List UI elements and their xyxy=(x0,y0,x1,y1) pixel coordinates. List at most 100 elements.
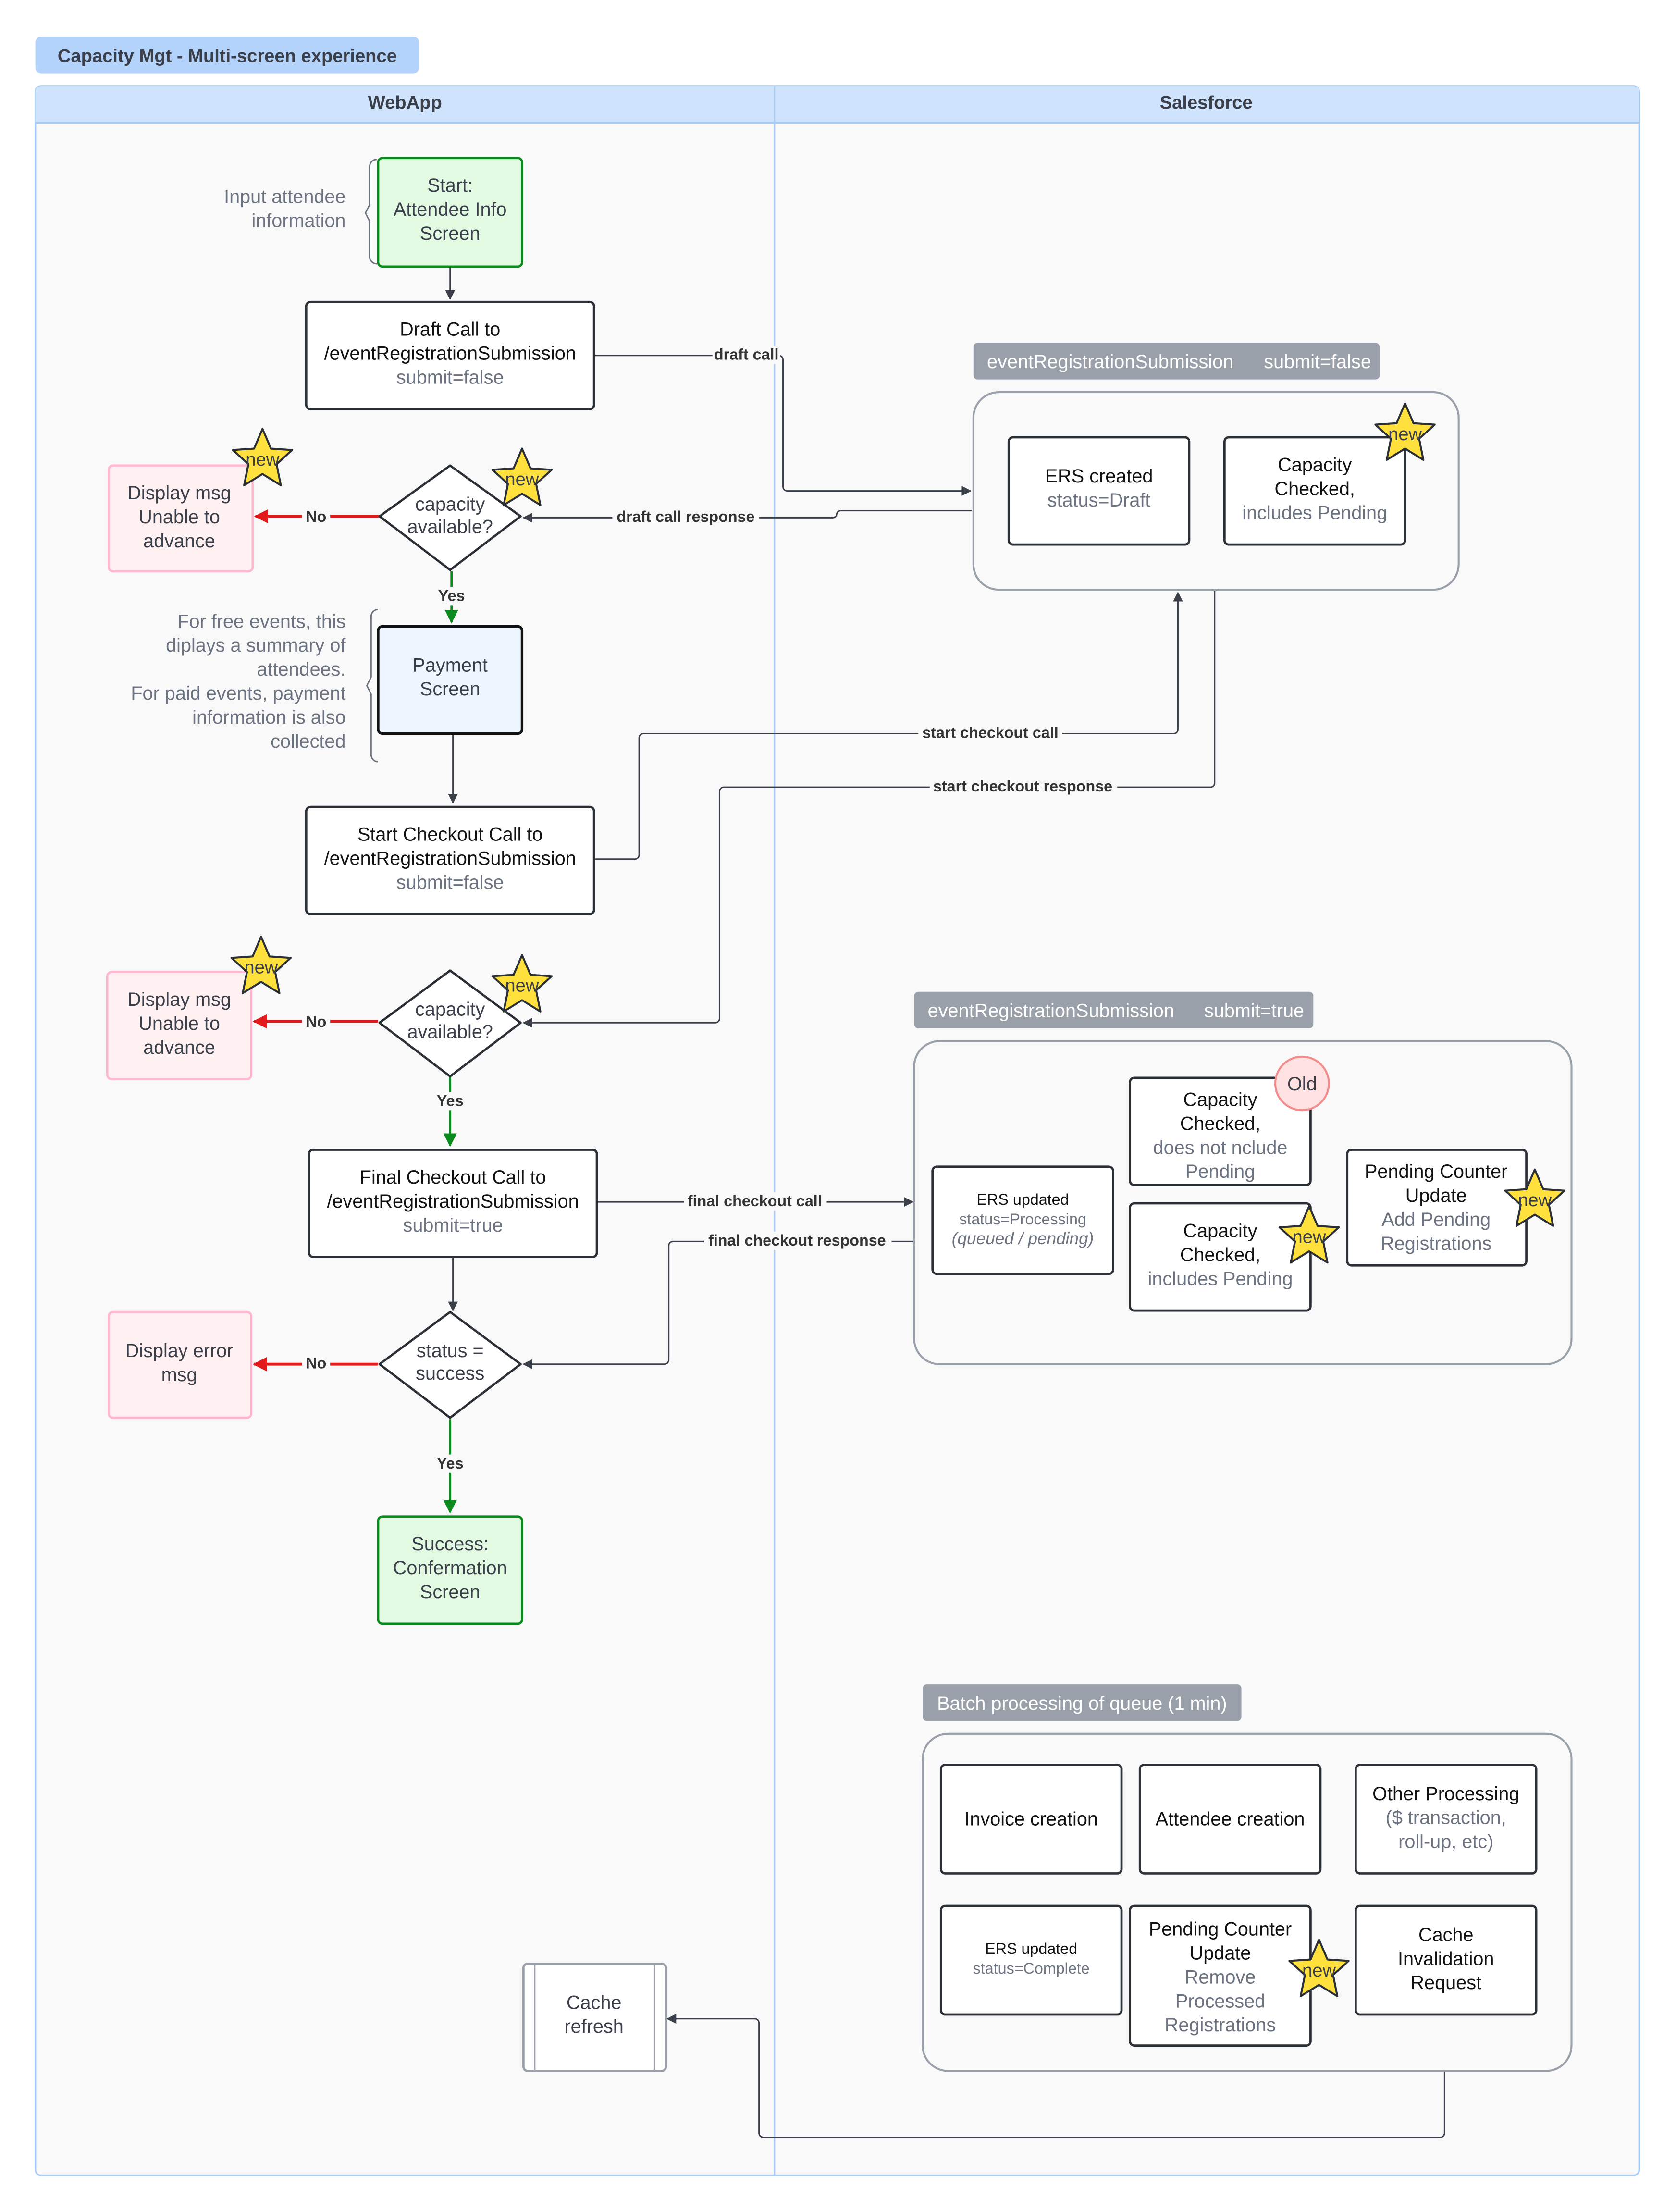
svg-text:submit=false: submit=false xyxy=(1264,351,1371,372)
svg-text:new: new xyxy=(505,976,539,996)
ers-updated-complete-node[interactable]: ERS updated status=Complete xyxy=(939,1904,1123,2016)
diagram-canvas: Capacity Mgt - Multi-screen experience W… xyxy=(34,37,1640,2176)
svg-text:submit=false: submit=false xyxy=(396,367,504,388)
svg-text:For free events, this: For free events, this xyxy=(177,611,345,632)
label-no-1: No xyxy=(306,508,326,525)
svg-text:new: new xyxy=(1388,424,1422,445)
svg-text:Registrations: Registrations xyxy=(1165,2014,1276,2036)
svg-text:Attendee Info: Attendee Info xyxy=(394,199,507,220)
svg-text:(queued / pending): (queued / pending) xyxy=(952,1229,1094,1248)
pending-counter-add-node[interactable]: Pending Counter Update Add Pending Regis… xyxy=(1346,1149,1528,1267)
svg-text:Attendee creation: Attendee creation xyxy=(1156,1809,1305,1830)
svg-text:new: new xyxy=(1518,1190,1552,1211)
svg-text:submit=true: submit=true xyxy=(1204,1001,1304,1022)
svg-text:Batch processing of queue (1 m: Batch processing of queue (1 min) xyxy=(937,1693,1227,1714)
svg-text:diplays a summary of: diplays a summary of xyxy=(166,635,346,656)
svg-text:Final Checkout Call to: Final Checkout Call to xyxy=(360,1167,546,1188)
success-screen-node[interactable]: Success: Confermation Screen xyxy=(377,1515,523,1625)
svg-text:Add Pending: Add Pending xyxy=(1381,1209,1491,1230)
lane-header-salesforce: Salesforce xyxy=(1160,92,1253,113)
start-screen-node[interactable]: Start: Attendee Info Screen xyxy=(377,157,523,268)
draft-call-node[interactable]: Draft Call to /eventRegistrationSubmissi… xyxy=(305,300,595,410)
label-yes-2: Yes xyxy=(437,1092,464,1110)
svg-text:Cache: Cache xyxy=(1418,1924,1474,1945)
svg-text:eventRegistrationSubmission: eventRegistrationSubmission xyxy=(928,1001,1174,1022)
svg-text:Capacity: Capacity xyxy=(1183,1221,1257,1242)
svg-text:status=Complete: status=Complete xyxy=(973,1960,1090,1977)
svg-text:Other Processing: Other Processing xyxy=(1372,1783,1519,1804)
svg-text:Display error: Display error xyxy=(125,1340,234,1361)
svg-text:does not nclude: does not nclude xyxy=(1153,1137,1288,1158)
svg-text:status =: status = xyxy=(417,1340,484,1361)
svg-text:Display msg: Display msg xyxy=(127,989,231,1010)
svg-text:Screen: Screen xyxy=(420,1582,481,1603)
svg-text:($ transaction,: ($ transaction, xyxy=(1386,1807,1506,1829)
label-start-checkout-call: start checkout call xyxy=(922,724,1058,741)
svg-text:includes Pending: includes Pending xyxy=(1242,502,1387,523)
svg-text:Unable to: Unable to xyxy=(138,507,220,528)
svg-text:Pending Counter: Pending Counter xyxy=(1149,1919,1292,1940)
final-checkout-node[interactable]: Final Checkout Call to /eventRegistratio… xyxy=(308,1149,598,1258)
cache-refresh-node[interactable]: Cache refresh xyxy=(522,1962,667,2072)
svg-text:status=Processing: status=Processing xyxy=(959,1211,1086,1228)
start-checkout-node[interactable]: Start Checkout Call to /eventRegistratio… xyxy=(305,805,595,915)
pending-counter-remove-node[interactable]: Pending Counter Update Remove Processed … xyxy=(1129,1904,1312,2047)
svg-text:new: new xyxy=(246,449,279,470)
svg-text:new: new xyxy=(505,469,539,490)
svg-text:/eventRegistrationSubmission: /eventRegistrationSubmission xyxy=(324,848,576,869)
svg-text:success: success xyxy=(416,1363,484,1384)
ers-created-node[interactable]: ERS created status=Draft xyxy=(1007,436,1191,546)
lane-header-webapp: WebApp xyxy=(368,92,442,113)
svg-text:ERS updated: ERS updated xyxy=(977,1191,1069,1208)
svg-text:Success:: Success: xyxy=(411,1533,489,1555)
svg-text:advance: advance xyxy=(143,531,215,552)
label-no-3: No xyxy=(306,1355,326,1372)
svg-text:Display msg: Display msg xyxy=(127,482,231,504)
cache-invalidation-node[interactable]: Cache Invalidation Request xyxy=(1355,1904,1538,2016)
svg-text:Checked,: Checked, xyxy=(1180,1113,1260,1134)
svg-text:refresh: refresh xyxy=(564,2016,623,2037)
svg-text:ERS created: ERS created xyxy=(1045,466,1153,487)
svg-text:Pending Counter: Pending Counter xyxy=(1365,1161,1507,1182)
svg-text:Invalidation: Invalidation xyxy=(1398,1948,1494,1969)
invoice-creation-node[interactable]: Invoice creation xyxy=(939,1764,1123,1875)
svg-text:Unable to: Unable to xyxy=(138,1013,220,1034)
svg-text:eventRegistrationSubmission: eventRegistrationSubmission xyxy=(987,351,1233,372)
svg-text:Old: Old xyxy=(1287,1074,1317,1095)
ers-submit-false-label: eventRegistrationSubmission submit=false xyxy=(973,343,1380,380)
svg-text:attendees.: attendees. xyxy=(257,659,345,680)
old-badge-icon: Old xyxy=(1274,1055,1330,1112)
ers-submit-true-label: eventRegistrationSubmission submit=true xyxy=(914,991,1314,1029)
ers-updated-processing-node[interactable]: ERS updated status=Processing (queued / … xyxy=(931,1165,1114,1275)
payment-screen-node[interactable]: Payment Screen xyxy=(377,625,524,735)
svg-text:Payment: Payment xyxy=(413,655,488,676)
svg-text:Checked,: Checked, xyxy=(1275,478,1355,499)
svg-text:information: information xyxy=(251,210,345,232)
label-no-2: No xyxy=(306,1013,326,1030)
diagram-title: Capacity Mgt - Multi-screen experience xyxy=(35,37,419,74)
attendee-creation-node[interactable]: Attendee creation xyxy=(1138,1764,1322,1875)
svg-text:/eventRegistrationSubmission: /eventRegistrationSubmission xyxy=(327,1191,579,1212)
svg-text:capacity: capacity xyxy=(415,494,485,515)
svg-text:Input attendee: Input attendee xyxy=(224,186,345,208)
svg-text:Invoice creation: Invoice creation xyxy=(964,1809,1098,1830)
svg-text:available?: available? xyxy=(407,1022,493,1043)
svg-text:available?: available? xyxy=(407,517,493,538)
svg-text:For paid events, payment: For paid events, payment xyxy=(131,683,345,704)
svg-text:Start Checkout Call to: Start Checkout Call to xyxy=(357,824,542,845)
capacity-checked-node[interactable]: Capacity Checked, includes Pending xyxy=(1223,436,1406,546)
display-msg-unable-2[interactable]: Display msg Unable to advance xyxy=(106,971,253,1081)
svg-text:Screen: Screen xyxy=(420,223,481,244)
svg-text:advance: advance xyxy=(143,1037,215,1058)
other-processing-node[interactable]: Other Processing ($ transaction, roll-up… xyxy=(1355,1764,1538,1875)
capacity-checked-new-node[interactable]: Capacity Checked, includes Pending xyxy=(1129,1202,1312,1312)
svg-text:includes Pending: includes Pending xyxy=(1148,1268,1293,1289)
svg-text:Capacity: Capacity xyxy=(1183,1089,1257,1111)
display-msg-unable-1[interactable]: Display msg Unable to advance xyxy=(107,464,254,573)
svg-text:Remove: Remove xyxy=(1185,1966,1256,1988)
svg-text:status=Draft: status=Draft xyxy=(1048,490,1151,511)
svg-text:Processed: Processed xyxy=(1175,1990,1265,2012)
svg-text:Pending: Pending xyxy=(1185,1161,1255,1182)
display-error-node[interactable]: Display error msg xyxy=(107,1310,253,1419)
svg-text:Request: Request xyxy=(1410,1972,1481,1993)
